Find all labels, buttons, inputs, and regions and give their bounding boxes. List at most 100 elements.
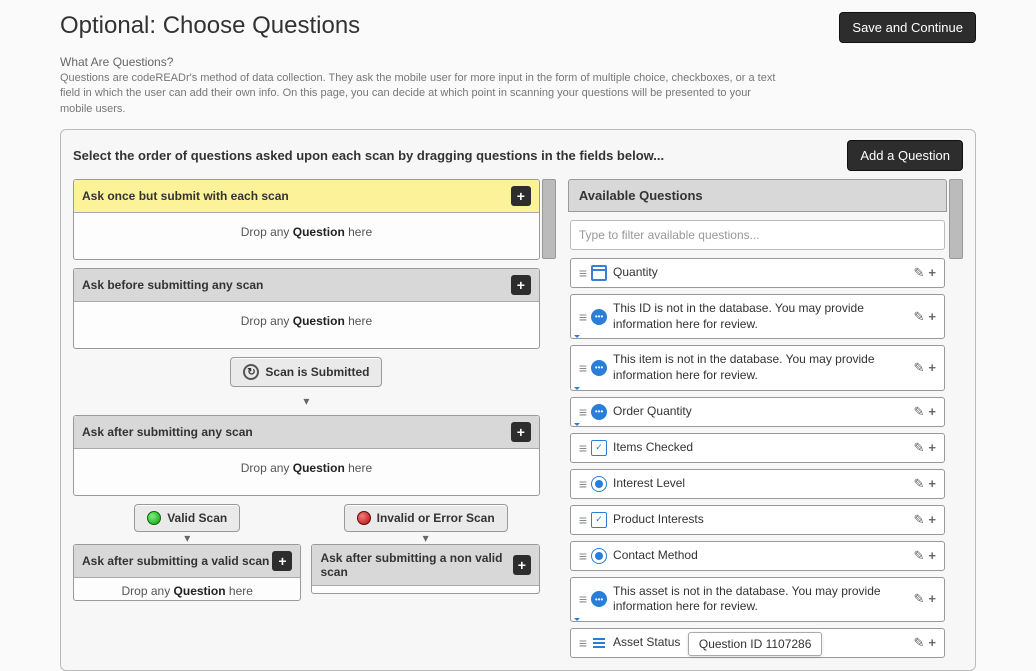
question-actions: ✎+ xyxy=(914,309,937,325)
zone-before[interactable]: Ask before submitting any scan + Drop an… xyxy=(73,268,540,349)
zone-ask-once[interactable]: Ask once but submit with each scan + Dro… xyxy=(73,179,540,260)
radio-icon xyxy=(591,476,607,492)
edit-icon[interactable]: ✎ xyxy=(914,591,925,607)
add-icon[interactable]: + xyxy=(928,548,936,564)
question-item[interactable]: ≡ Contact Method✎+ xyxy=(570,541,945,571)
add-question-button[interactable]: Add a Question xyxy=(847,140,963,171)
question-list: ≡Quantity✎+≡•••This ID is not in the dat… xyxy=(570,258,945,658)
drag-grip-icon[interactable]: ≡ xyxy=(579,635,585,651)
drop-hint-suffix: here xyxy=(226,584,253,598)
arrow-down-icon: ▾ xyxy=(311,532,539,544)
save-continue-button[interactable]: Save and Continue xyxy=(839,12,976,43)
drag-grip-icon[interactable]: ≡ xyxy=(579,404,585,420)
refresh-icon: ↻ xyxy=(243,364,259,380)
add-icon[interactable]: + xyxy=(928,591,936,607)
question-label: Quantity xyxy=(613,265,913,281)
edit-icon[interactable]: ✎ xyxy=(914,440,925,456)
add-icon[interactable]: + xyxy=(928,476,936,492)
left-column: Ask once but submit with each scan + Dro… xyxy=(73,179,556,660)
zone-ask-once-body[interactable]: Drop any Question here xyxy=(74,213,539,259)
drag-grip-icon[interactable]: ≡ xyxy=(579,265,585,281)
left-scroll-handle[interactable] xyxy=(542,179,556,259)
arrow-down-icon: ▾ xyxy=(73,395,540,407)
zone-after-invalid-head: Ask after submitting a non valid scan + xyxy=(312,545,538,586)
question-id-tooltip: Question ID 1107286 xyxy=(688,632,823,656)
pill-submitted-label: Scan is Submitted xyxy=(265,365,369,379)
question-item[interactable]: ≡ ••• This ID is not in the database. You … xyxy=(570,294,945,339)
add-icon[interactable]: + xyxy=(928,309,936,325)
arrow-down-icon: ▾ xyxy=(73,532,301,544)
question-actions: ✎+ xyxy=(914,440,937,456)
list-icon xyxy=(591,635,607,651)
zone-ask-once-add-icon[interactable]: + xyxy=(511,186,531,206)
drop-hint-word: Question xyxy=(293,461,345,475)
pill-invalid: Invalid or Error Scan xyxy=(344,504,508,532)
question-label: Order Quantity xyxy=(613,404,913,420)
add-icon[interactable]: + xyxy=(928,512,936,528)
chat-icon: ••• xyxy=(591,404,607,420)
zone-before-body[interactable]: Drop any Question here xyxy=(74,302,539,348)
question-label: Product Interests xyxy=(613,512,913,528)
chat-icon: ••• xyxy=(591,309,607,325)
edit-icon[interactable]: ✎ xyxy=(914,635,925,651)
zone-after-valid-body[interactable]: Drop any Question here xyxy=(74,578,300,600)
panel-top: Select the order of questions asked upon… xyxy=(73,140,963,171)
page-title: Optional: Choose Questions xyxy=(60,12,360,40)
zone-after-valid-head: Ask after submitting a valid scan + xyxy=(74,545,300,578)
split-row: Valid Scan ▾ Ask after submitting a vali… xyxy=(73,504,540,601)
right-scroll-handle[interactable] xyxy=(949,179,963,259)
edit-icon[interactable]: ✎ xyxy=(914,476,925,492)
question-item[interactable]: ≡ Quantity✎+ xyxy=(570,258,945,288)
drag-grip-icon[interactable]: ≡ xyxy=(579,512,585,528)
question-label: Interest Level xyxy=(613,476,913,492)
add-icon[interactable]: + xyxy=(928,360,936,376)
zone-after-add-icon[interactable]: + xyxy=(511,422,531,442)
question-item[interactable]: ≡•••This asset is not in the database. Y… xyxy=(570,577,945,622)
question-item[interactable]: ≡ Interest Level✎+ xyxy=(570,469,945,499)
question-label: This ID is not in the database. You may … xyxy=(613,301,913,332)
zone-after-valid-add-icon[interactable]: + xyxy=(272,551,292,571)
drag-grip-icon[interactable]: ≡ xyxy=(579,591,585,607)
radio-icon xyxy=(591,548,607,564)
drag-grip-icon[interactable]: ≡ xyxy=(579,360,585,376)
edit-icon[interactable]: ✎ xyxy=(914,404,925,420)
question-item[interactable]: ≡✓Product Interests✎+ xyxy=(570,505,945,535)
zone-before-add-icon[interactable]: + xyxy=(511,275,531,295)
edit-icon[interactable]: ✎ xyxy=(914,512,925,528)
zone-after-invalid-add-icon[interactable]: + xyxy=(513,555,531,575)
filter-input[interactable] xyxy=(570,220,945,250)
milestone-valid: Valid Scan xyxy=(73,504,301,532)
main-panel: Select the order of questions asked upon… xyxy=(60,129,976,671)
edit-icon[interactable]: ✎ xyxy=(914,548,925,564)
add-icon[interactable]: + xyxy=(928,440,936,456)
question-actions: ✎+ xyxy=(914,591,937,607)
zone-after-title: Ask after submitting any scan xyxy=(82,425,253,439)
drop-hint-suffix: here xyxy=(345,461,372,475)
add-icon[interactable]: + xyxy=(928,635,936,651)
zone-after-invalid-title: Ask after submitting a non valid scan xyxy=(320,551,512,579)
drag-grip-icon[interactable]: ≡ xyxy=(579,309,585,325)
drag-grip-icon[interactable]: ≡ xyxy=(579,440,585,456)
add-icon[interactable]: + xyxy=(928,404,936,420)
zone-after[interactable]: Ask after submitting any scan + Drop any… xyxy=(73,415,540,496)
add-icon[interactable]: + xyxy=(928,265,936,281)
question-item[interactable]: ≡•••This item is not in the database. Yo… xyxy=(570,345,945,390)
edit-icon[interactable]: ✎ xyxy=(914,360,925,376)
drop-hint-prefix: Drop any xyxy=(241,461,293,475)
question-item[interactable]: ≡ ••• Order Quantity✎+ xyxy=(570,397,945,427)
zone-after-body[interactable]: Drop any Question here xyxy=(74,449,539,495)
edit-icon[interactable]: ✎ xyxy=(914,265,925,281)
edit-icon[interactable]: ✎ xyxy=(914,309,925,325)
question-actions: ✎+ xyxy=(914,635,937,651)
question-item[interactable]: ≡✓Items Checked✎+ xyxy=(570,433,945,463)
drop-hint-word: Question xyxy=(293,225,345,239)
pill-submitted: ↻ Scan is Submitted xyxy=(230,357,382,387)
drag-grip-icon[interactable]: ≡ xyxy=(579,548,585,564)
drop-hint-prefix: Drop any xyxy=(122,584,174,598)
drag-grip-icon[interactable]: ≡ xyxy=(579,476,585,492)
drop-hint-word: Question xyxy=(293,314,345,328)
green-dot-icon xyxy=(147,511,161,525)
zone-after-valid[interactable]: Ask after submitting a valid scan + Drop… xyxy=(73,544,301,601)
question-label: Contact Method xyxy=(613,548,913,564)
zone-after-invalid[interactable]: Ask after submitting a non valid scan + xyxy=(311,544,539,594)
